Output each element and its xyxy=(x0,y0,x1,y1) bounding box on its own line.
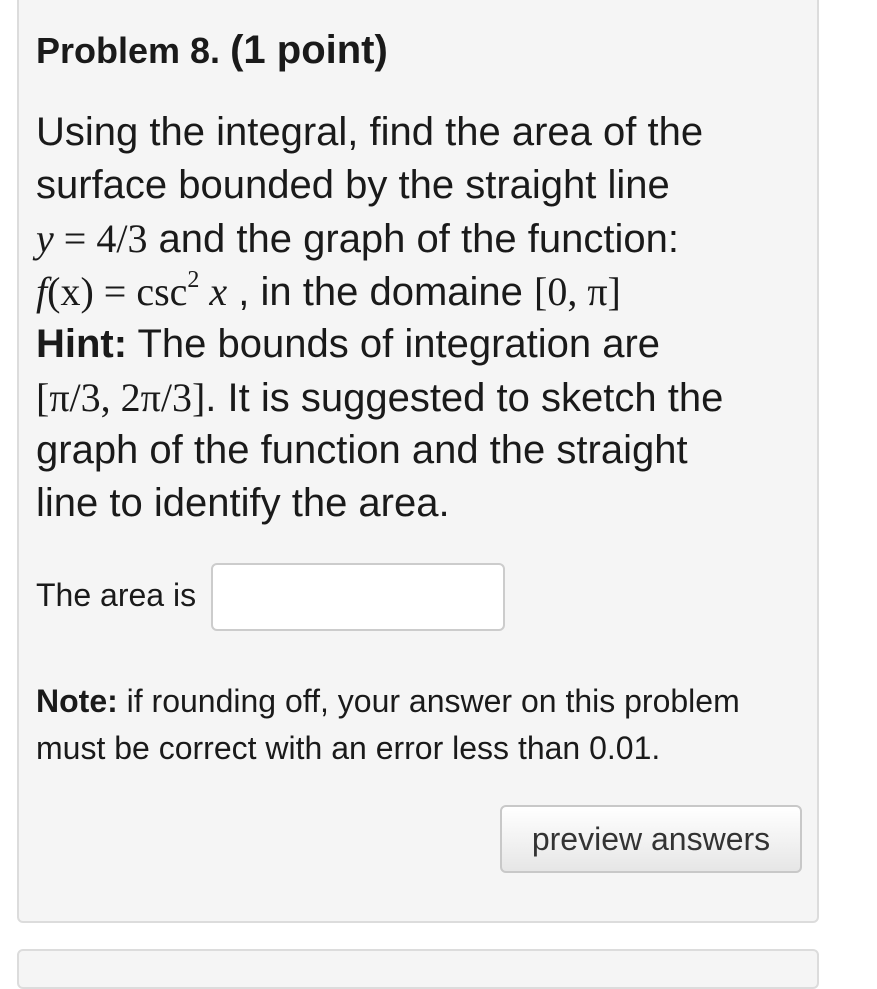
math-bounds: [π/3, 2π/3] xyxy=(36,375,206,420)
statement-line: f(x) = csc2 x , in the domaine [0, π] xyxy=(36,265,796,318)
preview-answers-button[interactable]: preview answers xyxy=(500,805,802,873)
note-line: must be correct with an error less than … xyxy=(36,730,661,766)
hint-text: The bounds of integration are xyxy=(127,322,661,366)
note: Note: if rounding off, your answer on th… xyxy=(36,678,796,772)
math-f: f xyxy=(36,269,48,314)
statement-line: [π/3, 2π/3]. It is suggested to sketch t… xyxy=(36,371,796,424)
problem-points: (1 point) xyxy=(230,28,388,72)
math-exponent: 2 xyxy=(187,267,200,293)
math-y: y xyxy=(36,216,54,261)
math-x: x xyxy=(199,269,228,314)
answer-input[interactable] xyxy=(211,563,505,631)
math-eq-value: = 4/3 xyxy=(53,216,148,261)
problem-statement: Using the integral, find the area of the… xyxy=(36,106,796,530)
statement-text: . It is suggested to sketch the xyxy=(205,376,724,420)
statement-line: y = 4/3 and the graph of the function: xyxy=(36,212,796,265)
statement-line: surface bounded by the straight line xyxy=(36,163,670,207)
math-func: (x) = csc xyxy=(47,269,188,314)
note-label: Note: xyxy=(36,683,118,719)
hint-label: Hint: xyxy=(36,322,128,366)
note-text: if rounding off, your answer on this pro… xyxy=(117,683,740,719)
math-domain: [0, π] xyxy=(534,269,621,314)
statement-line: Using the integral, find the area of the xyxy=(36,110,704,154)
statement-text: and the graph of the function: xyxy=(147,217,679,261)
next-problem-panel xyxy=(17,949,819,989)
statement-text: , in the domaine xyxy=(227,270,535,314)
problem-title: Problem 8. (1 point) xyxy=(36,28,388,73)
problem-number: Problem 8. xyxy=(36,30,221,71)
note-line: Note: if rounding off, your answer on th… xyxy=(36,678,796,725)
statement-line: line to identify the area. xyxy=(36,481,450,525)
statement-line: graph of the function and the straight xyxy=(36,428,688,472)
answer-label: The area is xyxy=(36,577,197,613)
hint-line: Hint: The bounds of integration are xyxy=(36,318,796,371)
